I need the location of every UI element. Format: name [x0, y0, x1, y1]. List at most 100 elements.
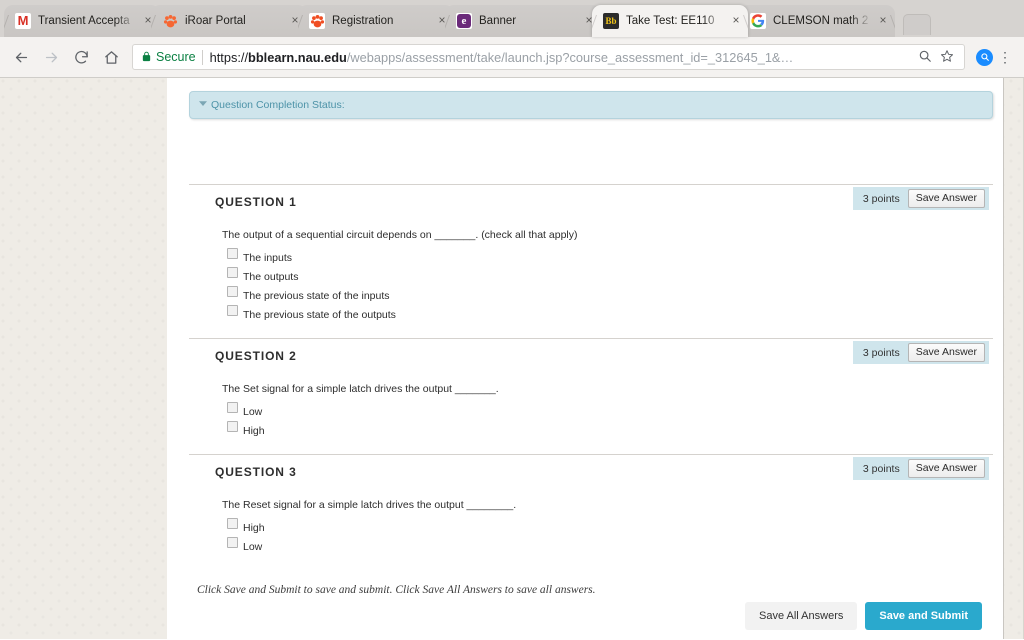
question-block-3: QUESTION 3 3 points Save Answer The Rese… [189, 454, 993, 553]
tab-registration[interactable]: Registration × [298, 5, 454, 37]
tab-strip: M Transient Accepta × iRoar Portal × Reg… [0, 0, 1024, 37]
browser-window: M Transient Accepta × iRoar Portal × Reg… [0, 0, 1024, 640]
address-bar[interactable]: Secure https://bblearn.nau.edu/webapps/a… [132, 44, 965, 70]
chevron-down-icon[interactable] [199, 101, 207, 109]
url-text: https://bblearn.nau.edu/webapps/assessme… [210, 50, 914, 65]
option-label: The outputs [243, 271, 299, 283]
new-tab-button[interactable] [903, 14, 931, 35]
question-options: High Low [222, 518, 993, 553]
browser-menu-icon[interactable]: ⋮ [993, 50, 1017, 64]
checkbox-icon[interactable] [227, 305, 238, 316]
google-icon [750, 13, 766, 29]
checkbox-icon[interactable] [227, 286, 238, 297]
tab-label: iRoar Portal [185, 15, 246, 27]
option-label: Low [243, 406, 263, 418]
tab-label: Take Test: EE110 [626, 15, 715, 27]
question-completion-status-bar[interactable]: Question Completion Status: [189, 91, 993, 119]
forward-icon [36, 42, 66, 72]
option-label: High [243, 425, 265, 437]
option-label: The previous state of the inputs [243, 290, 390, 302]
save-all-answers-button[interactable]: Save All Answers [744, 602, 858, 630]
status-label: Question Completion Status: [211, 99, 345, 111]
back-icon[interactable] [6, 42, 36, 72]
checkbox-icon[interactable] [227, 248, 238, 259]
submit-instructions: Click Save and Submit to save and submit… [197, 584, 596, 596]
question-options: The inputs The outputs The previous stat… [222, 248, 993, 321]
tab-transient-accepta[interactable]: M Transient Accepta × [4, 5, 160, 37]
question-points: 3 points [862, 462, 900, 475]
question-divider [189, 338, 993, 339]
save-answer-button[interactable]: Save Answer [907, 343, 985, 362]
tab-label: Registration [332, 15, 394, 27]
tab-label: Banner [479, 15, 517, 27]
question-divider [189, 454, 993, 455]
url-path: /webapps/assessment/take/launch.jsp?cour… [346, 49, 794, 65]
question-header: QUESTION 1 3 points Save Answer [189, 187, 993, 215]
option-row[interactable]: The inputs [222, 248, 993, 264]
tab-label: Transient Accepta [38, 15, 130, 27]
paw-icon [162, 13, 178, 29]
secure-label: Secure [156, 50, 196, 64]
question-header: QUESTION 3 3 points Save Answer [189, 457, 993, 485]
question-text: The Reset signal for a simple latch driv… [222, 499, 517, 511]
option-label: High [243, 522, 265, 534]
checkbox-icon[interactable] [227, 421, 238, 432]
option-row[interactable]: Low [222, 537, 993, 553]
option-row[interactable]: The previous state of the inputs [222, 286, 993, 302]
question-block-1: QUESTION 1 3 points Save Answer The outp… [189, 184, 993, 321]
lock-icon [141, 50, 152, 65]
home-icon[interactable] [96, 42, 126, 72]
footer-actions: Save All Answers Save and Submit [167, 602, 982, 630]
save-and-submit-button[interactable]: Save and Submit [865, 602, 982, 630]
question-title: QUESTION 2 [215, 349, 297, 363]
question-text: The Set signal for a simple latch drives… [222, 383, 499, 395]
paw-icon [309, 13, 325, 29]
option-row[interactable]: High [222, 421, 993, 437]
question-text: The output of a sequential circuit depen… [222, 229, 578, 241]
option-row[interactable]: The previous state of the outputs [222, 305, 993, 321]
close-icon[interactable]: × [728, 13, 744, 29]
checkbox-icon[interactable] [227, 402, 238, 413]
url-host: bblearn.nau.edu [248, 49, 347, 65]
bookmark-star-icon[interactable] [936, 49, 958, 66]
blackboard-icon: Bb [603, 13, 619, 29]
question-points-panel: 3 points Save Answer [852, 457, 989, 480]
save-answer-button[interactable]: Save Answer [907, 459, 985, 478]
omnibox-divider [201, 49, 203, 65]
reload-icon[interactable] [66, 42, 96, 72]
browser-toolbar: Secure https://bblearn.nau.edu/webapps/a… [0, 37, 1024, 78]
tab-take-test-ee110[interactable]: Bb Take Test: EE110 × [592, 5, 748, 37]
question-block-2: QUESTION 2 3 points Save Answer The Set … [189, 338, 993, 437]
url-scheme: https:// [209, 49, 249, 65]
search-icon[interactable] [914, 49, 936, 66]
question-points: 3 points [862, 346, 900, 359]
checkbox-icon[interactable] [227, 518, 238, 529]
close-icon[interactable]: × [875, 13, 891, 29]
test-content-column: Question Completion Status: QUESTION 1 3… [167, 78, 1004, 639]
extension-icon[interactable] [976, 48, 993, 66]
question-points-panel: 3 points Save Answer [852, 187, 989, 210]
question-divider [189, 184, 993, 185]
option-label: Low [243, 541, 263, 553]
option-label: The inputs [243, 252, 293, 264]
question-points-panel: 3 points Save Answer [852, 341, 989, 364]
tab-label: CLEMSON math 2 [773, 15, 869, 27]
option-row[interactable]: High [222, 518, 993, 534]
gmail-icon: M [15, 13, 31, 29]
option-row[interactable]: The outputs [222, 267, 993, 283]
tab-banner[interactable]: e Banner × [445, 5, 601, 37]
checkbox-icon[interactable] [227, 537, 238, 548]
checkbox-icon[interactable] [227, 267, 238, 278]
question-title: QUESTION 3 [215, 465, 297, 479]
question-title: QUESTION 1 [215, 195, 297, 209]
question-header: QUESTION 2 3 points Save Answer [189, 341, 993, 369]
option-label: The previous state of the outputs [243, 309, 396, 321]
save-answer-button[interactable]: Save Answer [907, 189, 985, 208]
question-options: Low High [222, 402, 993, 437]
edge-e-icon: e [456, 13, 472, 29]
tab-iroar-portal[interactable]: iRoar Portal × [151, 5, 307, 37]
tab-clemson-math[interactable]: CLEMSON math 2 × [739, 5, 895, 37]
option-row[interactable]: Low [222, 402, 993, 418]
page-viewport: Question Completion Status: QUESTION 1 3… [0, 78, 1024, 639]
question-points: 3 points [862, 192, 900, 205]
